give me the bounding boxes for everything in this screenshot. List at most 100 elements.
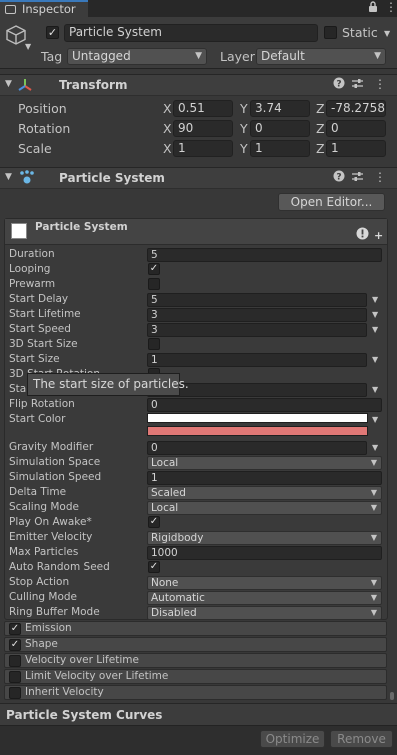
stop-action-dropdown[interactable]: None ▼ bbox=[147, 576, 382, 590]
velocity-over-lifetime-checkbox[interactable] bbox=[9, 655, 21, 667]
main-module-header[interactable]: Particle System + bbox=[5, 219, 387, 245]
scale-y-input[interactable]: 1 bbox=[250, 140, 310, 157]
simulation-speed-input[interactable]: 1 bbox=[147, 471, 382, 485]
start-color-bottom-swatch[interactable] bbox=[147, 426, 368, 436]
axis-x-label[interactable]: X bbox=[163, 101, 172, 116]
prewarm-label: Prewarm bbox=[9, 278, 56, 290]
foldout-arrow-icon[interactable]: ▼ bbox=[5, 79, 12, 89]
chevron-down-icon[interactable]: ▼ bbox=[372, 443, 378, 452]
start-delay-input[interactable]: 5 bbox=[147, 293, 367, 307]
module-label: Limit Velocity over Lifetime bbox=[25, 670, 169, 682]
start-lifetime-input[interactable]: 3 bbox=[147, 308, 367, 322]
active-checkbox[interactable]: ✓ bbox=[46, 26, 59, 39]
chevron-down-icon[interactable]: ▼ bbox=[384, 29, 390, 38]
axis-z-label[interactable]: Z bbox=[316, 101, 325, 116]
scrollbar-thumb[interactable] bbox=[390, 692, 394, 700]
shape-checkbox[interactable]: ✓ bbox=[9, 639, 21, 651]
axis-y-label[interactable]: Y bbox=[240, 121, 248, 136]
tooltip: The start size of particles. bbox=[27, 373, 189, 396]
axis-y-label[interactable]: Y bbox=[240, 141, 248, 156]
presets-icon[interactable] bbox=[351, 77, 364, 93]
axis-z-label[interactable]: Z bbox=[316, 141, 325, 156]
object-name-input[interactable]: Particle System bbox=[64, 24, 318, 42]
help-icon[interactable]: ? bbox=[333, 77, 345, 92]
emitter-velocity-label: Emitter Velocity bbox=[9, 531, 93, 543]
static-checkbox[interactable] bbox=[324, 26, 337, 39]
simulation-space-label: Simulation Space bbox=[9, 456, 101, 468]
prewarm-checkbox[interactable] bbox=[148, 278, 160, 290]
module-label: Emission bbox=[25, 622, 72, 634]
play-on-awake-checkbox[interactable]: ✓ bbox=[148, 516, 160, 528]
culling-mode-dropdown[interactable]: Automatic ▼ bbox=[147, 591, 382, 605]
transform-header[interactable]: ▼ Transform ? ⋮ bbox=[0, 74, 397, 96]
emitter-velocity-dropdown[interactable]: Rigidbody ▼ bbox=[147, 531, 382, 545]
max-particles-input[interactable]: 1000 bbox=[147, 546, 382, 560]
lock-icon[interactable] bbox=[368, 1, 378, 16]
tab-inspector[interactable]: Inspector bbox=[0, 0, 88, 17]
layer-dropdown[interactable]: Default ▼ bbox=[256, 48, 386, 65]
chevron-down-icon[interactable]: ▼ bbox=[25, 42, 31, 51]
auto-random-seed-checkbox[interactable]: ✓ bbox=[148, 561, 160, 573]
rotation-z-input[interactable]: 0 bbox=[326, 120, 386, 137]
axis-x-label[interactable]: X bbox=[163, 141, 172, 156]
limit-velocity-over-lifetime-checkbox[interactable] bbox=[9, 671, 21, 683]
open-editor-button[interactable]: Open Editor... bbox=[278, 193, 385, 211]
module-velocity-over-lifetime[interactable]: Velocity over Lifetime bbox=[4, 653, 387, 668]
transform-fields: Position X 0.51 Y 3.74 Z -78.27589 Rotat… bbox=[0, 97, 397, 165]
scale-z-input[interactable]: 1 bbox=[326, 140, 386, 157]
axis-x-label[interactable]: X bbox=[163, 121, 172, 136]
module-shape[interactable]: ✓ Shape bbox=[4, 637, 387, 652]
3d-start-size-checkbox[interactable] bbox=[148, 338, 160, 350]
module-inherit-velocity[interactable]: Inherit Velocity bbox=[4, 685, 387, 700]
emission-checkbox[interactable]: ✓ bbox=[9, 623, 21, 635]
axis-y-label[interactable]: Y bbox=[240, 101, 248, 116]
kebab-menu-icon[interactable]: ⋮ bbox=[374, 77, 386, 91]
kebab-menu-icon[interactable]: ⋮ bbox=[374, 170, 386, 184]
axis-z-label[interactable]: Z bbox=[316, 121, 325, 136]
rotation-y-input[interactable]: 0 bbox=[250, 120, 310, 137]
chevron-down-icon[interactable]: ▼ bbox=[372, 415, 378, 424]
chevron-down-icon[interactable]: ▼ bbox=[372, 295, 378, 304]
delta-time-label: Delta Time bbox=[9, 486, 67, 498]
chevron-down-icon[interactable]: ▼ bbox=[372, 310, 378, 319]
start-color-top-swatch[interactable] bbox=[147, 413, 368, 423]
presets-icon[interactable] bbox=[351, 170, 364, 186]
tag-dropdown[interactable]: Untagged ▼ bbox=[67, 48, 207, 65]
help-icon[interactable]: ? bbox=[333, 170, 345, 185]
module-label: Velocity over Lifetime bbox=[25, 654, 139, 666]
duration-label: Duration bbox=[9, 248, 55, 260]
duration-input[interactable]: 5 bbox=[147, 248, 382, 262]
scaling-mode-dropdown[interactable]: Local ▼ bbox=[147, 501, 382, 515]
gravity-modifier-input[interactable]: 0 bbox=[147, 441, 367, 455]
ring-buffer-mode-dropdown[interactable]: Disabled ▼ bbox=[147, 606, 382, 620]
chevron-down-icon[interactable]: ▼ bbox=[372, 325, 378, 334]
position-x-input[interactable]: 0.51 bbox=[173, 100, 233, 117]
add-icon[interactable]: + bbox=[374, 229, 383, 242]
position-y-input[interactable]: 3.74 bbox=[250, 100, 310, 117]
start-size-input[interactable]: 1 bbox=[147, 353, 367, 367]
flip-rotation-input[interactable]: 0 bbox=[147, 398, 382, 412]
optimize-button[interactable]: Optimize bbox=[260, 730, 325, 748]
simulation-space-dropdown[interactable]: Local ▼ bbox=[147, 456, 382, 470]
module-emission[interactable]: ✓ Emission bbox=[4, 621, 387, 636]
remove-button[interactable]: Remove bbox=[330, 730, 393, 748]
rotation-x-input[interactable]: 90 bbox=[173, 120, 233, 137]
particle-system-header[interactable]: ▼ Particle System ? ⋮ bbox=[0, 167, 397, 189]
play-on-awake-label: Play On Awake* bbox=[9, 516, 92, 528]
module-limit-velocity-over-lifetime[interactable]: Limit Velocity over Lifetime bbox=[4, 669, 387, 684]
position-z-input[interactable]: -78.27589 bbox=[326, 100, 386, 117]
scale-x-input[interactable]: 1 bbox=[173, 140, 233, 157]
looping-checkbox[interactable]: ✓ bbox=[148, 263, 160, 275]
info-icon[interactable] bbox=[356, 227, 369, 243]
kebab-menu-icon[interactable]: ⋮ bbox=[385, 0, 397, 14]
module-label: Shape bbox=[25, 638, 58, 650]
foldout-arrow-icon[interactable]: ▼ bbox=[5, 172, 12, 182]
inherit-velocity-checkbox[interactable] bbox=[9, 687, 21, 699]
chevron-down-icon[interactable]: ▼ bbox=[372, 355, 378, 364]
chevron-down-icon[interactable]: ▼ bbox=[372, 385, 378, 394]
delta-time-dropdown[interactable]: Scaled ▼ bbox=[147, 486, 382, 500]
flip-rotation-label: Flip Rotation bbox=[9, 398, 75, 410]
start-size-label: Start Size bbox=[9, 353, 60, 365]
start-speed-input[interactable]: 3 bbox=[147, 323, 367, 337]
curves-header[interactable]: Particle System Curves bbox=[0, 703, 397, 725]
